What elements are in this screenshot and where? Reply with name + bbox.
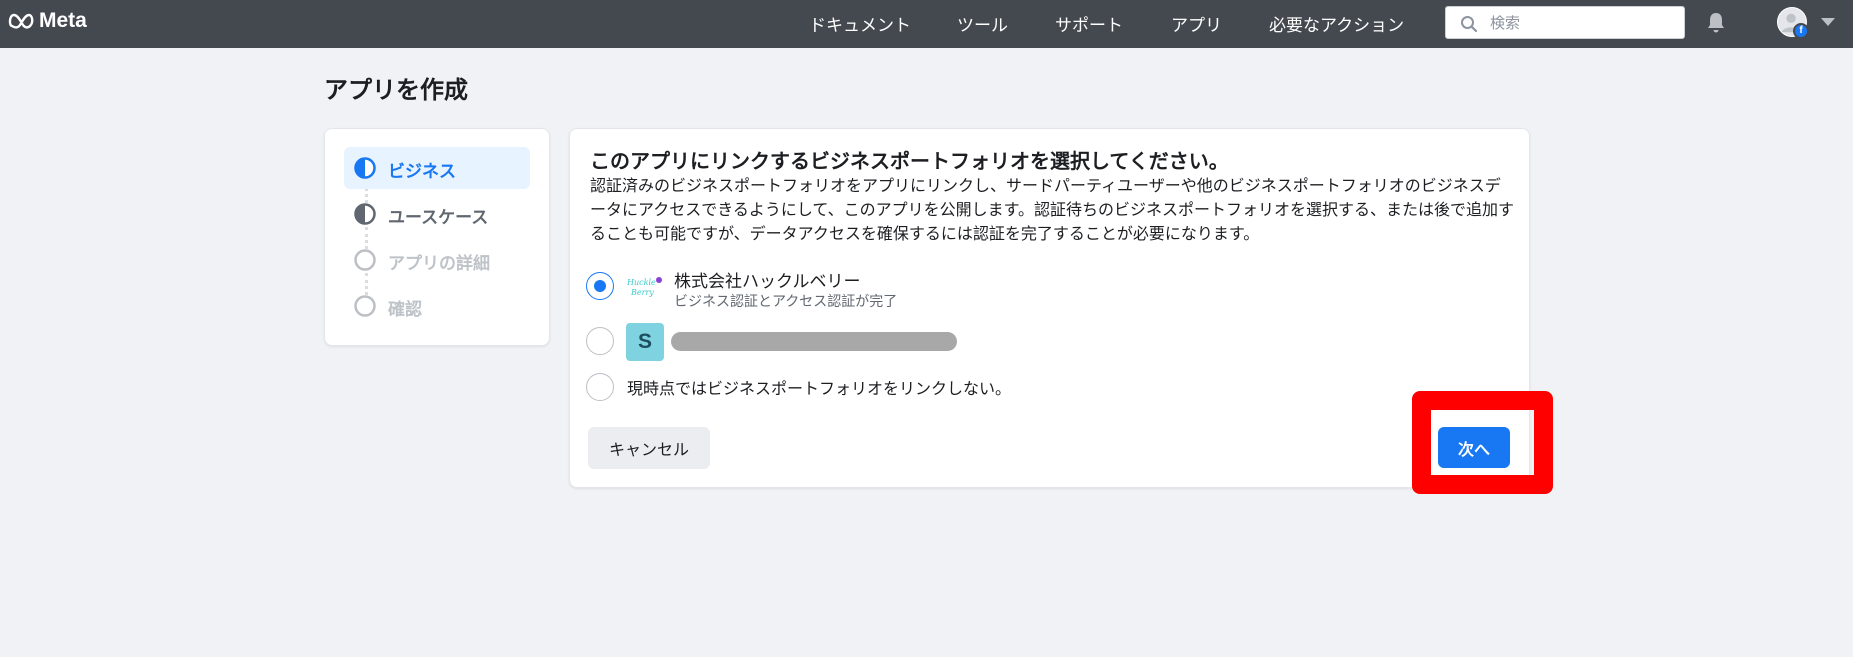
step-label: 確認 — [388, 300, 422, 320]
redacted-business-name — [671, 332, 957, 351]
nav-required-actions[interactable]: 必要なアクション — [1269, 11, 1404, 36]
nav-documents[interactable]: ドキュメント — [809, 11, 911, 36]
step-label: ユースケース — [388, 208, 489, 228]
account-menu-chevron-down-icon[interactable] — [1821, 18, 1835, 26]
top-nav-bar: Meta ドキュメント ツール サポート アプリ 必要なアクション f — [0, 0, 1853, 48]
user-avatar[interactable]: f — [1777, 7, 1809, 39]
radio-business-huckleberry[interactable] — [586, 272, 614, 300]
meta-infinity-icon — [8, 13, 34, 29]
nav-apps[interactable]: アプリ — [1171, 11, 1222, 36]
notification-bell-icon[interactable] — [1704, 11, 1728, 35]
nav-support[interactable]: サポート — [1055, 11, 1123, 36]
step-progress-panel: ビジネス ユースケース アプリの詳細 確認 — [324, 128, 550, 346]
business-portfolio-card: このアプリにリンクするビジネスポートフォリオを選択してください。 認証済みのビジ… — [569, 128, 1530, 488]
empty-circle-icon — [354, 295, 376, 317]
brand-name: Meta — [39, 9, 87, 32]
meta-logo[interactable]: Meta — [8, 9, 87, 33]
facebook-badge-icon: f — [1793, 23, 1809, 39]
half-filled-circle-icon — [354, 157, 376, 179]
cancel-button[interactable]: キャンセル — [588, 427, 710, 469]
search-input[interactable] — [1490, 12, 1670, 34]
half-filled-circle-icon — [354, 203, 376, 225]
business-verification-status: ビジネス認証とアクセス認証が完了 — [674, 294, 898, 310]
search-icon — [1461, 16, 1478, 33]
card-description: 認証済みのビジネスポートフォリオをアプリにリンクし、サードパーティユーザーや他の… — [590, 176, 1515, 243]
business-avatar: S — [626, 323, 664, 361]
step-business[interactable]: ビジネス — [344, 147, 530, 189]
page-title: アプリを作成 — [324, 76, 468, 104]
step-confirm: 確認 — [344, 285, 530, 327]
next-button[interactable]: 次へ — [1438, 427, 1510, 468]
step-label: ビジネス — [388, 162, 456, 182]
card-title: このアプリにリンクするビジネスポートフォリオを選択してください。 — [590, 149, 1229, 173]
empty-circle-icon — [354, 249, 376, 271]
huckleberry-logo-icon: Huckle Berry — [626, 277, 662, 297]
step-app-details: アプリの詳細 — [344, 239, 530, 281]
radio-no-business-link[interactable] — [586, 373, 614, 401]
business-name: 株式会社ハックルベリー — [674, 272, 861, 292]
step-use-case[interactable]: ユースケース — [344, 193, 530, 235]
svg-text:Berry: Berry — [630, 288, 654, 297]
step-label: アプリの詳細 — [388, 254, 490, 274]
nav-tools[interactable]: ツール — [957, 11, 1008, 36]
radio-business-s[interactable] — [586, 327, 614, 355]
no-business-link-label: 現時点ではビジネスポートフォリオをリンクしない。 — [627, 379, 1012, 398]
search-box — [1445, 6, 1685, 39]
svg-text:Huckle: Huckle — [626, 278, 656, 287]
